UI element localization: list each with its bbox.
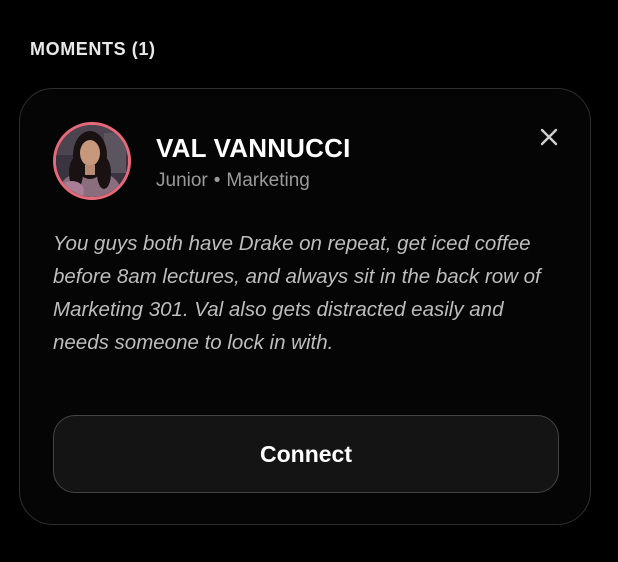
profile-meta: Junior • Marketing bbox=[156, 170, 310, 192]
close-icon bbox=[540, 128, 558, 146]
meta-separator: • bbox=[213, 170, 221, 191]
moment-description: You guys both have Drake on repeat, get … bbox=[53, 232, 541, 354]
profile-name: VAL VANNUCCI bbox=[156, 133, 351, 163]
profile-major: Marketing bbox=[226, 170, 310, 191]
avatar-photo bbox=[56, 125, 128, 197]
profile-year: Junior bbox=[156, 170, 208, 191]
section-title: MOMENTS (1) bbox=[30, 39, 156, 59]
avatar[interactable] bbox=[53, 122, 131, 200]
connect-button[interactable]: Connect bbox=[53, 415, 559, 493]
moment-card: VAL VANNUCCI Junior • Marketing You guys b… bbox=[19, 88, 591, 525]
close-button[interactable] bbox=[535, 123, 563, 151]
